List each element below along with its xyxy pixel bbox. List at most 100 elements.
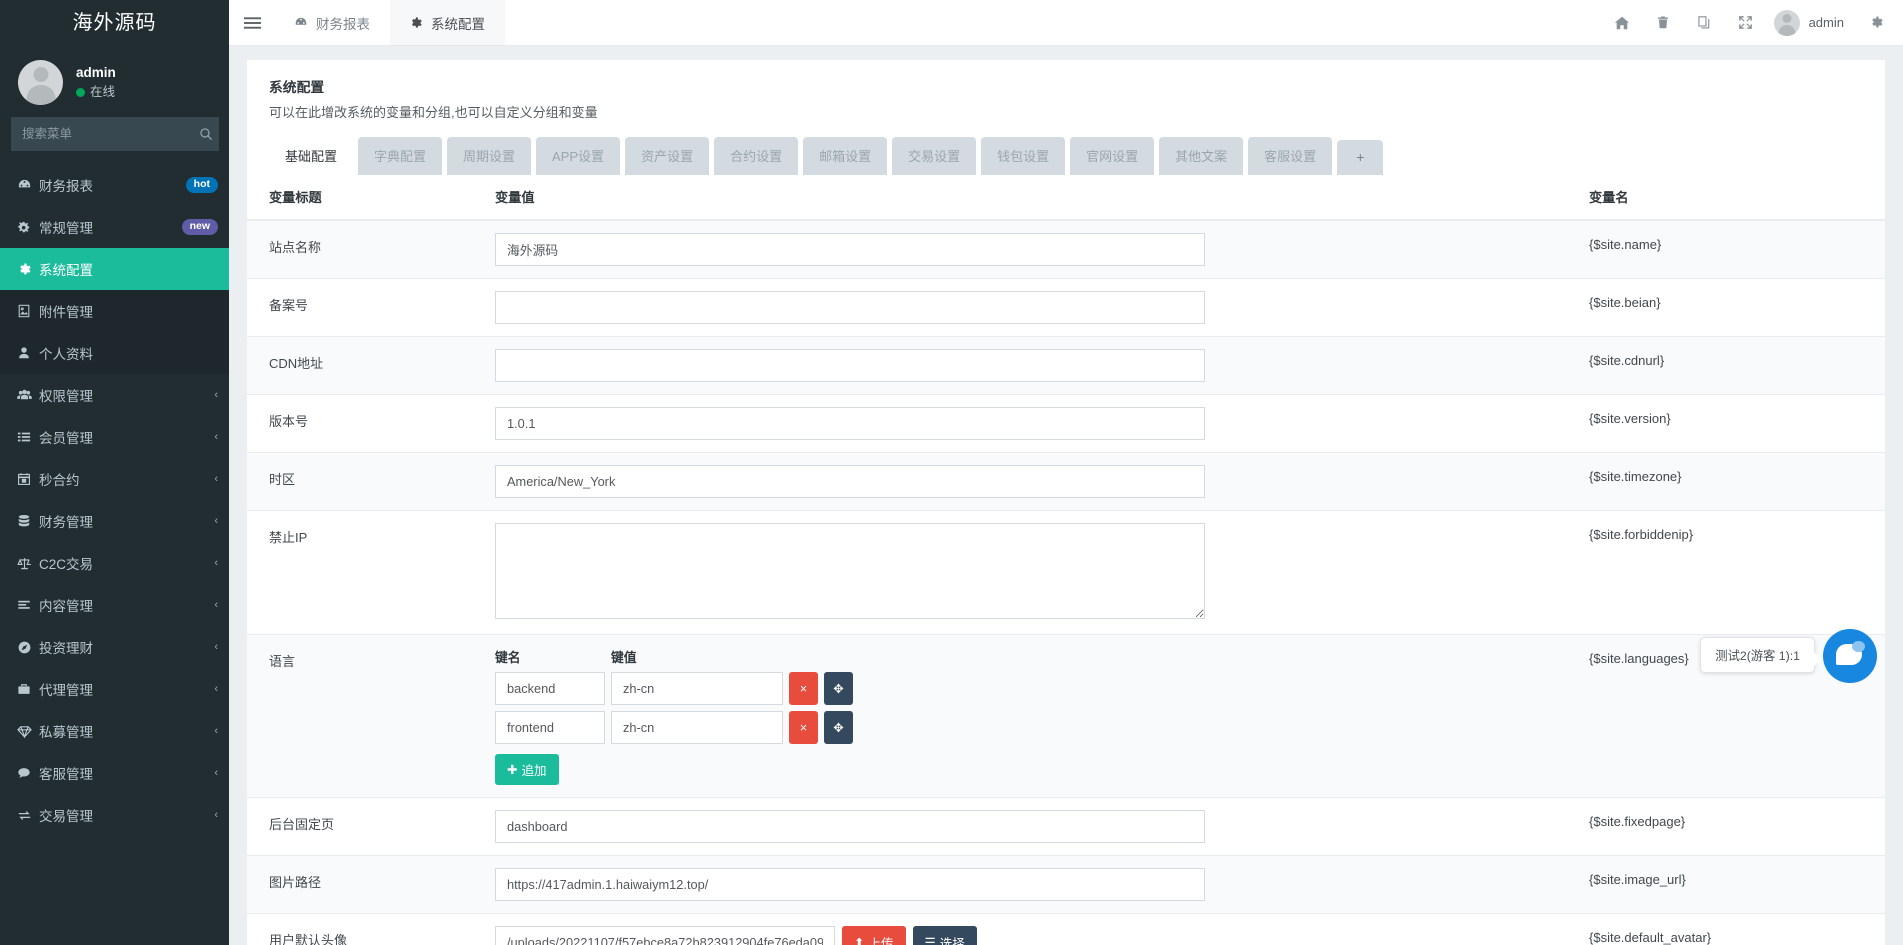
sidebar-item-jiaoyiguanli[interactable]: 交易管理 ‹: [0, 794, 229, 836]
sidebar-item-caiwubaobiao[interactable]: 财务报表 hot: [0, 164, 229, 206]
chevron-left-icon: ‹: [214, 431, 218, 443]
tab-add-button[interactable]: +: [1337, 140, 1383, 175]
sidebar-item-quanxianguanli[interactable]: 权限管理 ‹: [0, 374, 229, 416]
table-row: 用户默认头像 ⬆ 上传 ☰ 选择: [247, 914, 1885, 945]
header-user[interactable]: admin: [1766, 10, 1856, 36]
row-label: 站点名称: [247, 220, 495, 279]
sidebar-item-label: 私募管理: [39, 721, 214, 741]
tab-zichanshezhi[interactable]: 资产设置: [625, 137, 709, 175]
site-version-input[interactable]: [495, 407, 1205, 440]
sidebar-item-kefuguanli[interactable]: 客服管理 ‹: [0, 752, 229, 794]
site-beian-input[interactable]: [495, 291, 1205, 324]
compass-icon: [17, 640, 39, 655]
plus-icon: ✚: [507, 762, 517, 777]
tab-appshezhi[interactable]: APP设置: [536, 137, 620, 175]
site-forbiddenip-textarea[interactable]: [495, 523, 1205, 619]
tab-zidianpeizhi[interactable]: 字典配置: [358, 137, 442, 175]
site-image-url-input[interactable]: [495, 868, 1205, 901]
tab-guanwangshezhi[interactable]: 官网设置: [1070, 137, 1154, 175]
sidebar-item-label: 系统配置: [39, 259, 218, 279]
sidebar-item-huiyuanguanli[interactable]: 会员管理 ‹: [0, 416, 229, 458]
trash-icon[interactable]: [1643, 0, 1684, 46]
chevron-left-icon: ‹: [214, 641, 218, 653]
online-dot-icon: [76, 88, 85, 97]
tab-kefushezhi[interactable]: 客服设置: [1248, 137, 1332, 175]
sidebar-item-dailiguanli[interactable]: 代理管理 ‹: [0, 668, 229, 710]
sidebar-username: admin: [76, 64, 116, 82]
row-varname: {$site.forbiddenip}: [1567, 511, 1885, 635]
row-value-cell: ⬆ 上传 ☰ 选择: [495, 914, 1567, 945]
chevron-left-icon: ‹: [214, 389, 218, 401]
sidebar-item-gerenziliao[interactable]: 个人资料: [0, 332, 229, 374]
sidebar-item-label: 客服管理: [39, 763, 214, 783]
search-input[interactable]: [12, 127, 193, 141]
sidebar-item-changguiguanli[interactable]: 常规管理 new: [0, 206, 229, 248]
upload-button[interactable]: ⬆ 上传: [842, 926, 906, 945]
lang-key-input[interactable]: [495, 711, 605, 744]
sidebar-search[interactable]: [11, 117, 219, 151]
sidebar-item-label: 代理管理: [39, 679, 214, 699]
sidebar-item-caiwuguanli[interactable]: 财务管理 ‹: [0, 500, 229, 542]
sidebar-item-c2cjiaoyi[interactable]: C2C交易 ‹: [0, 542, 229, 584]
search-icon[interactable]: [193, 118, 219, 150]
row-value-cell: [495, 453, 1567, 511]
home-icon[interactable]: [1602, 0, 1643, 46]
row-value-cell: [495, 511, 1567, 635]
sidebar-item-xitongpeizhi[interactable]: 系统配置: [0, 248, 229, 290]
header-tab-xitongpeizhi[interactable]: 系统配置: [390, 0, 505, 45]
remove-language-button[interactable]: ×: [789, 711, 818, 744]
dashboard-icon: [294, 16, 308, 30]
chevron-left-icon: ‹: [214, 809, 218, 821]
row-label: 图片路径: [247, 856, 495, 914]
header-username: admin: [1809, 15, 1844, 30]
copy-icon[interactable]: [1684, 0, 1725, 46]
tab-qianbaoshezhi[interactable]: 钱包设置: [981, 137, 1065, 175]
sidebar-item-touzilicai[interactable]: 投资理财 ‹: [0, 626, 229, 668]
default-avatar-input[interactable]: [495, 926, 835, 945]
sidebar-item-neirongguanli[interactable]: 内容管理 ‹: [0, 584, 229, 626]
sidebar-item-label: 秒合约: [39, 469, 214, 489]
sidebar-item-label: C2C交易: [39, 553, 214, 573]
sidebar-item-label: 会员管理: [39, 427, 214, 447]
settings-gear-icon[interactable]: [1856, 0, 1897, 46]
tab-youxiangshezhi[interactable]: 邮箱设置: [803, 137, 887, 175]
brand-title: 海外源码: [0, 0, 229, 46]
gear-icon: [17, 262, 39, 277]
add-language-button[interactable]: ✚ 追加: [495, 754, 559, 785]
lang-key-input[interactable]: [495, 672, 605, 705]
lang-value-input[interactable]: [611, 711, 783, 744]
site-name-input[interactable]: [495, 233, 1205, 266]
sidebar-item-miaoheyue[interactable]: 秒合约 ‹: [0, 458, 229, 500]
move-language-handle[interactable]: ✥: [824, 672, 853, 705]
tab-heyueshezhi[interactable]: 合约设置: [714, 137, 798, 175]
header-tab-caiwubaobiao[interactable]: 财务报表: [275, 0, 390, 45]
sidebar-item-fujianguanli[interactable]: 附件管理: [0, 290, 229, 332]
fullscreen-icon[interactable]: [1725, 0, 1766, 46]
upload-label: 上传: [868, 933, 893, 945]
row-varname: {$site.beian}: [1567, 279, 1885, 337]
table-row: 图片路径 {$site.image_url}: [247, 856, 1885, 914]
tab-jiaoyishezhi[interactable]: 交易设置: [892, 137, 976, 175]
chevron-left-icon: ‹: [214, 767, 218, 779]
content-area: 系统配置 可以在此增改系统的变量和分组,也可以自定义分组和变量 基础配置 字典配…: [229, 46, 1903, 945]
site-timezone-input[interactable]: [495, 465, 1205, 498]
header-actions: admin: [1602, 0, 1903, 45]
row-label: 用户默认头像: [247, 914, 495, 945]
select-button[interactable]: ☰ 选择: [913, 926, 977, 945]
tab-qitawenan[interactable]: 其他文案: [1159, 137, 1243, 175]
align-left-icon: [17, 598, 39, 612]
site-cdnurl-input[interactable]: [495, 349, 1205, 382]
chat-bubble-icon[interactable]: [1823, 629, 1877, 683]
lang-value-input[interactable]: [611, 672, 783, 705]
move-language-handle[interactable]: ✥: [824, 711, 853, 744]
sidebar-item-simuguanli[interactable]: 私募管理 ‹: [0, 710, 229, 752]
chevron-left-icon: ‹: [214, 683, 218, 695]
chat-tooltip: 测试2(游客 1):1: [1700, 637, 1815, 673]
site-fixedpage-input[interactable]: [495, 810, 1205, 843]
hamburger-icon[interactable]: [229, 0, 275, 45]
row-value-cell: [495, 337, 1567, 395]
tab-jichupeizhi[interactable]: 基础配置: [269, 137, 353, 175]
row-value-cell: 键名 键值 × ✥ × ✥: [495, 635, 1567, 798]
tab-zhouqishezhi[interactable]: 周期设置: [447, 137, 531, 175]
remove-language-button[interactable]: ×: [789, 672, 818, 705]
